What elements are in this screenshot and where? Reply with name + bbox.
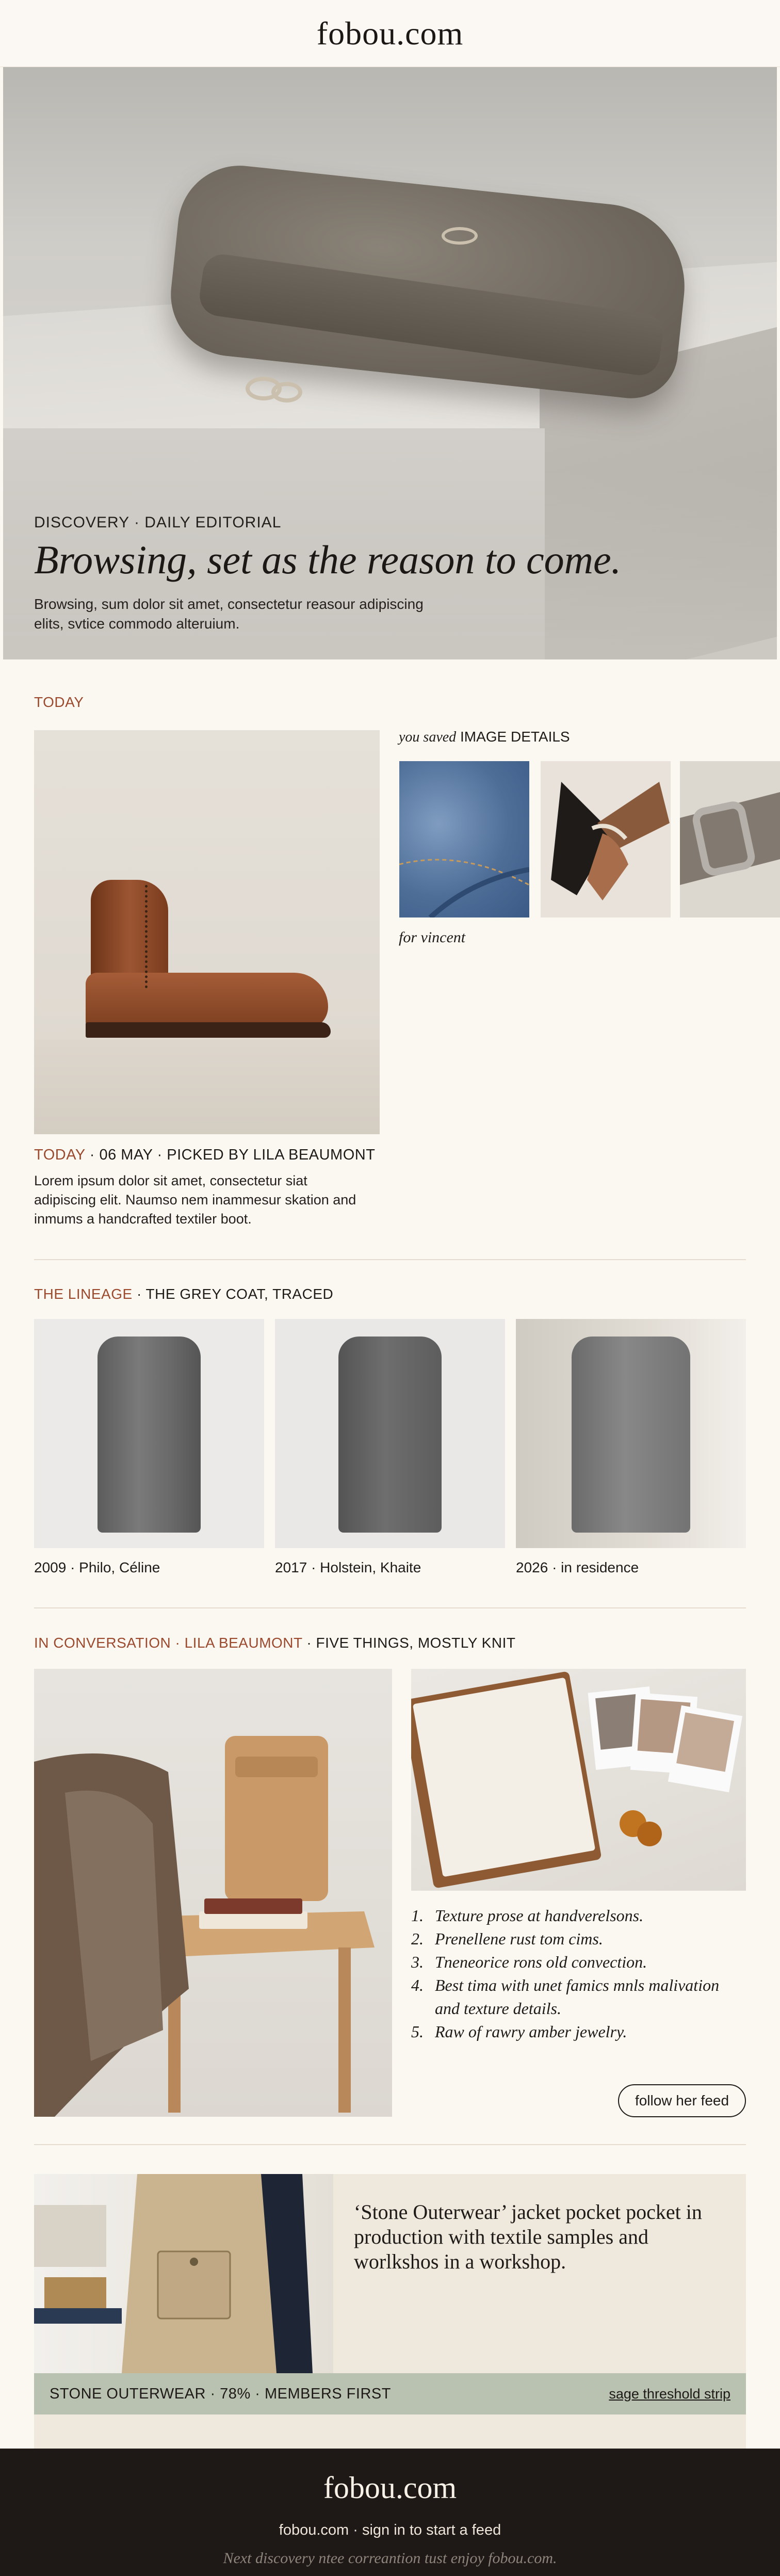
saved-heading-italic: you saved [399, 729, 457, 745]
list-item: 1. Texture prose at handverelsons. [411, 1904, 731, 1927]
saved-thumb-scarf[interactable] [541, 761, 671, 917]
hero-headline[interactable]: Browsing, set as the reason to come. [34, 538, 621, 582]
boot-foot [86, 973, 328, 1029]
boot-sole [86, 1022, 331, 1038]
buckle-image [680, 792, 780, 885]
coat-image [98, 1337, 201, 1533]
today-caption-rest: · 06 MAY · PICKED BY LILA BEAUMONT [85, 1147, 376, 1163]
chair-illustration [34, 1736, 375, 2117]
saved-for-line: for vincent [399, 929, 466, 946]
list-item-text: Best tima with unet famics mnls malivati… [435, 1976, 720, 2018]
list-item-number: 2. [411, 1929, 424, 1948]
section-divider [34, 1607, 746, 1608]
hero-banner: DISCOVERY · DAILY EDITORIAL Browsing, se… [3, 67, 777, 659]
list-item: 5. Raw of rawry amber jewelry. [411, 2020, 731, 2043]
conversation-label-rest: · FIVE THINGS, MOSTLY KNIT [302, 1635, 516, 1651]
list-item-number: 4. [411, 1976, 424, 1994]
today-caption: TODAY · 06 MAY · PICKED BY LILA BEAUMONT [34, 1147, 375, 1164]
jacket-illustration [34, 2174, 313, 2373]
list-item-text: Prenellene rust tom cims. [435, 1929, 603, 1948]
site-logo[interactable]: fobou.com [317, 14, 464, 53]
lineage-coat-2009[interactable] [34, 1319, 264, 1548]
scarf-image [551, 782, 670, 900]
saved-heading-rest: IMAGE DETAILS [456, 729, 570, 745]
chair-coat-image[interactable] [34, 1669, 392, 2117]
site-header: fobou.com [0, 0, 780, 67]
coat-image [572, 1337, 690, 1533]
site-footer: fobou.com fobou.com · sign in to start a… [0, 2449, 780, 2576]
lineage-coat-2026[interactable] [516, 1319, 746, 1548]
conversation-section-label: IN CONVERSATION · LILA BEAUMONT · FIVE T… [34, 1635, 515, 1651]
saved-thumb-denim[interactable] [399, 761, 529, 917]
footer-logo[interactable]: fobou.com [0, 2470, 780, 2506]
coat-image [338, 1337, 442, 1533]
footer-note: Next discovery ntee correantion tust enj… [223, 2550, 557, 2567]
list-item-number: 3. [411, 1953, 424, 1971]
section-divider [34, 2144, 746, 2145]
follow-feed-button[interactable]: follow her feed [618, 2084, 746, 2117]
list-item-number: 5. [411, 2022, 424, 2041]
promo-strip-link[interactable]: sage threshold strip [609, 2386, 730, 2402]
lineage-label-rest: · THE GREY COAT, TRACED [132, 1286, 334, 1302]
list-item: 2. Prenellene rust tom cims. [411, 1927, 731, 1951]
promo-strip-meta: STONE OUTERWEAR · 78% · MEMBERS FIRST [50, 2385, 391, 2402]
lineage-label-accent: THE LINEAGE [34, 1286, 133, 1302]
journal-polaroid-image[interactable] [411, 1669, 746, 1891]
saved-thumb-strap[interactable] [680, 761, 780, 917]
list-item-text: Texture prose at handverelsons. [435, 1906, 644, 1925]
list-item: 4. Best tima with unet famics mnls maliva… [411, 1974, 731, 2020]
boot-product-image[interactable] [34, 730, 380, 1134]
promo-description: ‘Stone Outerwear’ jacket pocket pocket i… [354, 2200, 702, 2273]
list-item: 3. Tneneorice rons old convection. [411, 1951, 731, 1974]
lineage-item-label: 2009 · Philo, Céline [34, 1559, 160, 1575]
lineage-coat-2017[interactable] [275, 1319, 505, 1548]
journal-illustration [411, 1671, 743, 1888]
section-divider [34, 1259, 746, 1260]
boot-floor [34, 1040, 380, 1134]
list-item-number: 1. [411, 1906, 424, 1925]
list-item-text: Raw of rawry amber jewelry. [435, 2022, 627, 2041]
today-section-label: TODAY [34, 694, 84, 710]
lineage-section-label: THE LINEAGE · THE GREY COAT, TRACED [34, 1286, 333, 1302]
lineage-item-label: 2017 · Holstein, Khaite [275, 1559, 421, 1575]
hero-ring-image [442, 227, 478, 245]
conversation-label-accent: IN CONVERSATION · LILA BEAUMONT [34, 1635, 303, 1651]
jacket-workshop-image [34, 2174, 333, 2373]
promo-card[interactable]: ‘Stone Outerwear’ jacket pocket pocket i… [34, 2174, 746, 2484]
hero-ring-image [271, 382, 302, 403]
hero-kicker: DISCOVERY · DAILY EDITORIAL [34, 514, 282, 531]
boot-lace [145, 885, 176, 988]
promo-strip: STONE OUTERWEAR · 78% · MEMBERS FIRST sa… [34, 2373, 746, 2414]
five-things-list: 1. Texture prose at handverelsons. 2. Pren… [411, 1904, 731, 2043]
today-body: Lorem ipsum dolor sit amet, consectetur … [34, 1173, 356, 1227]
today-caption-accent: TODAY [34, 1147, 86, 1163]
footer-sign-in-link[interactable]: fobou.com · sign in to start a feed [0, 2522, 780, 2539]
saved-heading: you saved IMAGE DETAILS [399, 729, 570, 746]
hero-dek: Browsing, sum dolor sit amet, consectetu… [34, 596, 424, 632]
list-item-text: Tneneorice rons old convection. [435, 1953, 647, 1971]
denim-texture [399, 859, 529, 917]
lineage-item-label: 2026 · in residence [516, 1559, 639, 1575]
